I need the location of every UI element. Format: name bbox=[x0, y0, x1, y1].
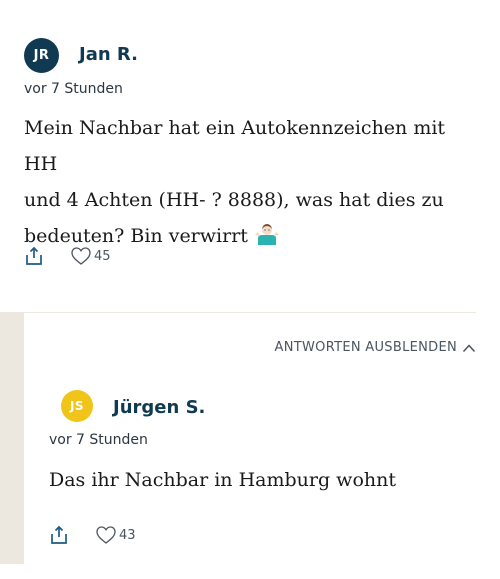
reply-actions: 43 bbox=[49, 525, 136, 545]
comment-body-line: Mein Nachbar hat ein Autokennzeichen mit… bbox=[24, 117, 446, 175]
reply-timestamp: vor 7 Stunden bbox=[49, 432, 148, 448]
comment-author[interactable]: Jan R. bbox=[79, 44, 138, 65]
heart-icon bbox=[96, 526, 116, 544]
hide-replies-label: ANTWORTEN AUSBLENDEN bbox=[274, 340, 457, 355]
avatar[interactable]: JR bbox=[24, 38, 59, 73]
like-count: 45 bbox=[94, 248, 111, 264]
divider bbox=[24, 312, 476, 313]
comment-actions: 45 bbox=[24, 246, 111, 266]
man-shrugging-emoji bbox=[254, 221, 280, 245]
avatar-initials: JR bbox=[33, 48, 50, 63]
share-icon[interactable] bbox=[24, 246, 44, 266]
hide-replies-button[interactable]: ANTWORTEN AUSBLENDEN bbox=[275, 340, 476, 355]
heart-icon bbox=[71, 247, 91, 265]
comment-body-text: bedeuten? Bin verwirrt bbox=[24, 225, 248, 247]
chevron-up-icon bbox=[462, 343, 476, 352]
reply-body: Das ihr Nachbar in Hamburg wohnt bbox=[49, 469, 396, 491]
reply-indent-bar bbox=[0, 312, 24, 564]
comment: JR Jan R. vor 7 Stunden Mein Nachbar hat… bbox=[0, 0, 500, 312]
comment-body: Mein Nachbar hat ein Autokennzeichen mit… bbox=[24, 110, 474, 254]
comment-body-line: und 4 Achten (HH- ? 8888), was hat dies … bbox=[24, 189, 444, 211]
avatar-initials: JS bbox=[69, 399, 85, 413]
avatar[interactable]: JS bbox=[61, 390, 93, 422]
share-icon[interactable] bbox=[49, 525, 69, 545]
like-button[interactable]: 43 bbox=[95, 525, 136, 545]
reply-author[interactable]: Jürgen S. bbox=[113, 397, 205, 418]
comment-timestamp: vor 7 Stunden bbox=[24, 81, 123, 97]
like-count: 43 bbox=[119, 527, 136, 543]
like-button[interactable]: 45 bbox=[70, 246, 111, 266]
